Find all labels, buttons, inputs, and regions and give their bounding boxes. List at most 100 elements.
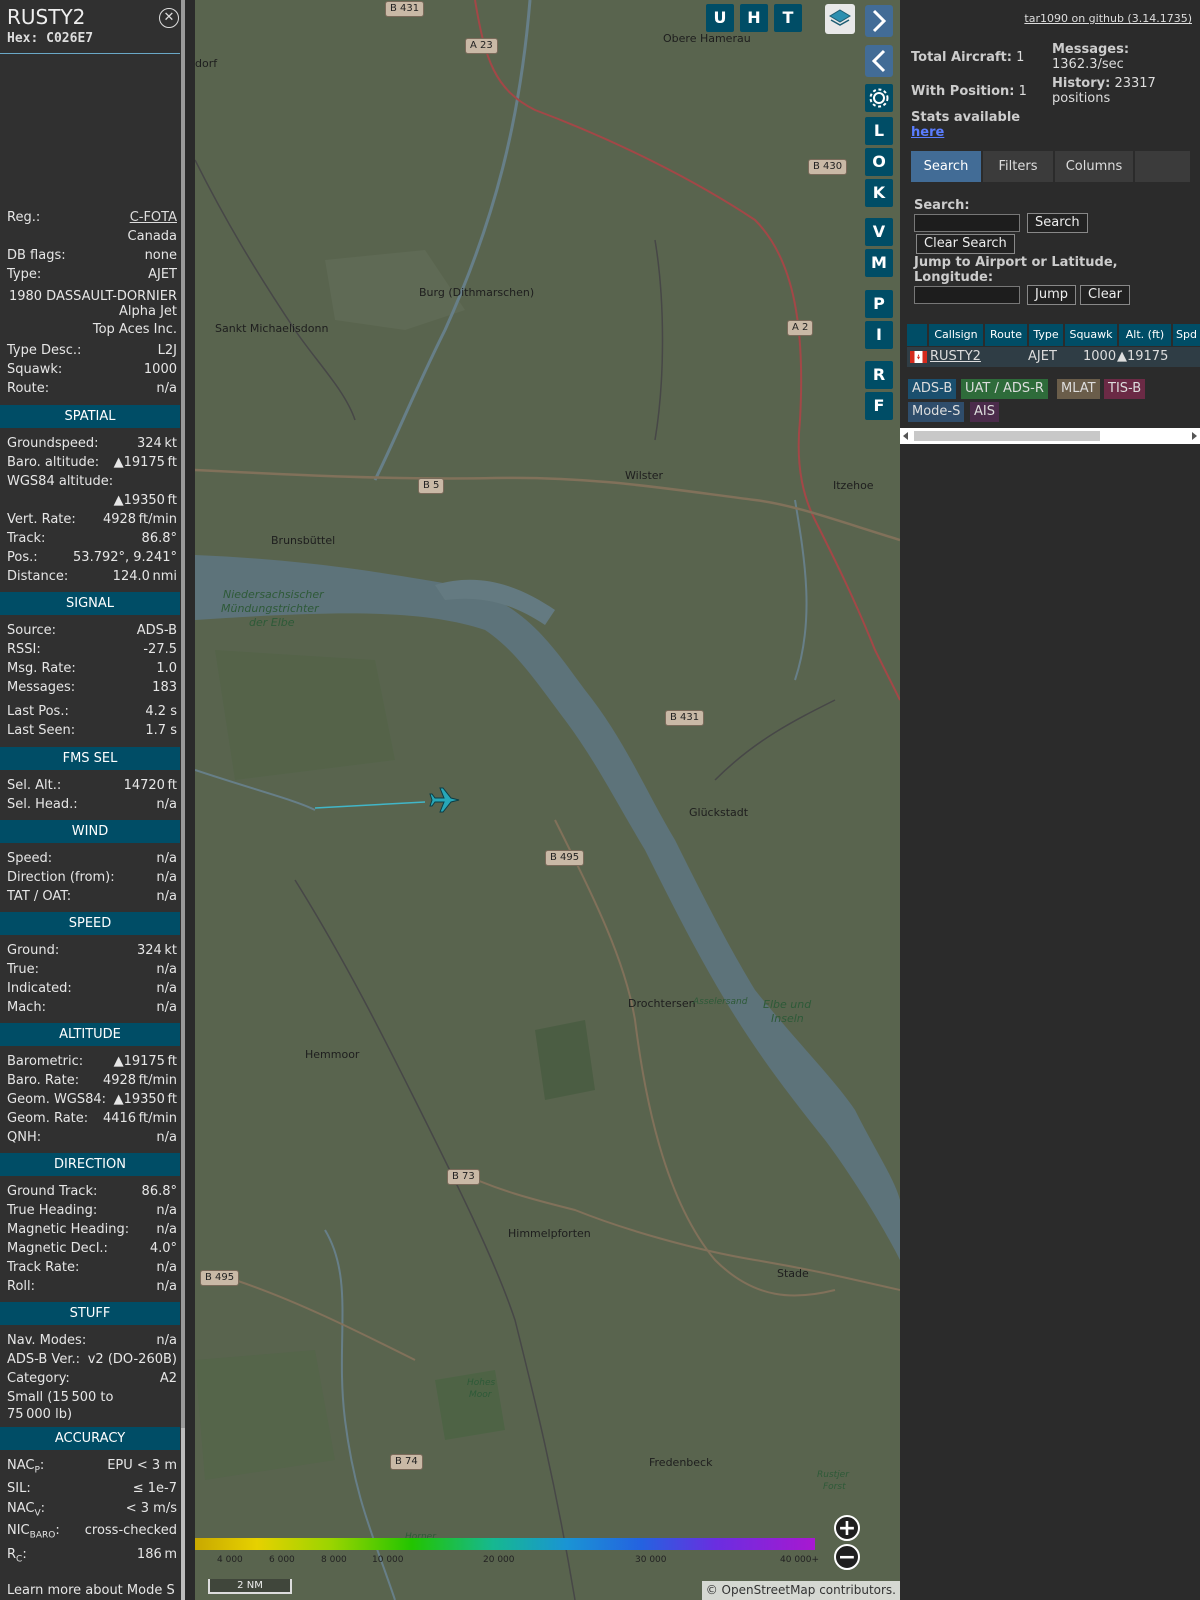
tab-search[interactable]: Search: [911, 151, 981, 182]
map-button-m[interactable]: M: [865, 249, 893, 277]
groundspeed-label: Groundspeed:: [7, 436, 99, 451]
column-header-type[interactable]: Type: [1029, 324, 1063, 346]
geom-wgs84-label: Geom. WGS84:: [7, 1092, 107, 1107]
true-heading-value: n/a: [156, 1203, 177, 1218]
typedesc-row: Type Desc.: L2J: [7, 341, 177, 360]
clear-search-button[interactable]: Clear Search: [916, 234, 1015, 254]
info-scrollbar-thumb[interactable]: [181, 0, 185, 1428]
water-label: Niedersachsischer: [223, 588, 324, 601]
map-button-h[interactable]: H: [740, 4, 768, 32]
baro-altitude-value: ▲19175 ft: [113, 455, 177, 470]
settings-button[interactable]: [865, 84, 893, 112]
search-input[interactable]: [914, 214, 1020, 232]
tab-filters[interactable]: Filters: [983, 151, 1053, 182]
scroll-right-icon[interactable]: [1192, 432, 1197, 440]
vert-rate-label: Vert. Rate:: [7, 512, 76, 527]
map-button-i[interactable]: I: [865, 321, 893, 349]
track-rate-label: Track Rate:: [7, 1260, 80, 1275]
section-direction: DIRECTION: [0, 1153, 180, 1176]
aircraft-info-panel: RUSTY2 Hex: C026E7 ✕ Reg.: C-FOTA Canada …: [0, 0, 185, 1600]
wind-speed-row: Speed: n/a: [7, 849, 177, 868]
column-header-squawk[interactable]: Squawk: [1065, 324, 1117, 346]
map-button-f[interactable]: F: [865, 392, 893, 420]
dbflags-label: DB flags:: [7, 248, 66, 263]
map-button-p[interactable]: P: [865, 290, 893, 318]
stats-here-link[interactable]: here: [911, 125, 944, 140]
source-chip-mlat[interactable]: MLAT: [1057, 379, 1100, 399]
column-header-route[interactable]: Route: [985, 324, 1027, 346]
clear-button[interactable]: Clear: [1080, 285, 1130, 305]
zoom-in-button[interactable]: +: [834, 1515, 860, 1541]
indicated-speed-label: Indicated:: [7, 981, 72, 996]
water-label: Moor: [469, 1390, 492, 1400]
nav-modes-value: n/a: [156, 1333, 177, 1348]
column-header-altitude[interactable]: Alt. (ft): [1119, 324, 1171, 346]
source-value: ADS-B: [136, 623, 177, 638]
nacv-label: NACV:: [7, 1501, 46, 1519]
map-button-l[interactable]: L: [865, 117, 893, 145]
source-chip-adsb[interactable]: ADS-B: [908, 379, 957, 399]
map-button-v[interactable]: V: [865, 218, 893, 246]
water-label: Asselersand: [693, 997, 748, 1007]
adsb-version-row: ADS-B Ver.: v2 (DO-260B): [7, 1350, 177, 1369]
aircraft-icon[interactable]: [429, 786, 461, 814]
aircraft-callsign: RUSTY2: [7, 5, 86, 29]
jump-button[interactable]: Jump: [1027, 285, 1076, 305]
canada-flag-icon: [910, 351, 927, 363]
github-link[interactable]: tar1090 on github (3.14.1735): [1024, 12, 1192, 25]
collapse-left-button[interactable]: [865, 45, 893, 77]
tar1090-window: RUSTY2 Hex: C026E7 ✕ Reg.: C-FOTA Canada …: [0, 0, 1200, 1600]
row-callsign-link[interactable]: RUSTY2: [930, 347, 981, 367]
source-chip-ais[interactable]: AIS: [970, 402, 999, 422]
tab-columns[interactable]: Columns: [1055, 151, 1133, 182]
map-attribution[interactable]: © OpenStreetMap contributors.: [701, 1581, 900, 1600]
true-heading-label: True Heading:: [7, 1203, 98, 1218]
zoom-out-button[interactable]: −: [834, 1544, 860, 1570]
map-button-u[interactable]: U: [706, 4, 734, 32]
column-header-callsign[interactable]: Callsign: [929, 324, 983, 346]
table-scroll-thumb[interactable]: [914, 431, 1100, 441]
expand-right-button[interactable]: [865, 5, 893, 37]
section-speed: SPEED: [0, 912, 180, 935]
close-icon[interactable]: ✕: [159, 8, 179, 28]
map-button-t[interactable]: T: [774, 4, 802, 32]
map-button-r[interactable]: R: [865, 361, 893, 389]
search-button[interactable]: Search: [1027, 213, 1088, 233]
route-label: Route:: [7, 381, 50, 396]
section-signal: SIGNAL: [0, 592, 180, 615]
row-squawk: 1000: [1083, 349, 1117, 364]
groundspeed-row: Groundspeed: 324 kt: [7, 434, 177, 453]
country-value: Canada: [127, 229, 177, 244]
aircraft-photo-area: [0, 56, 180, 206]
source-chip-uat[interactable]: UAT / ADS-R: [961, 379, 1048, 399]
magnetic-decl-row: Magnetic Decl.: 4.0°: [7, 1239, 177, 1258]
source-chip-tisb[interactable]: TIS-B: [1104, 379, 1146, 399]
map-button-o[interactable]: O: [865, 148, 893, 176]
vert-rate-value: 4928 ft/min: [102, 512, 177, 527]
roll-row: Roll: n/a: [7, 1277, 177, 1296]
jump-input[interactable]: [914, 286, 1020, 304]
sil-row: SIL: ≤ 1e-7: [7, 1479, 177, 1498]
road-badge: A 2: [787, 320, 814, 336]
table-row[interactable]: RUSTY2 AJET 1000 ▲19175: [907, 347, 1200, 367]
scroll-left-icon[interactable]: [903, 432, 908, 440]
reg-link[interactable]: C-FOTA: [130, 208, 177, 227]
distance-value: 124.0 nmi: [112, 569, 177, 584]
learn-mode-s-link[interactable]: Learn more about Mode S: [7, 1582, 179, 1600]
layers-button[interactable]: [825, 4, 855, 34]
map-view[interactable]: Obere Hamerau dorf Burg (Dithmarschen) S…: [195, 0, 900, 1600]
category-row: Category: A2: [7, 1369, 177, 1388]
map-button-k[interactable]: K: [865, 179, 893, 207]
distance-row: Distance: 124.0 nmi: [7, 567, 177, 586]
source-chip-modes[interactable]: Mode-S: [908, 402, 965, 422]
column-header-speed[interactable]: Spd: [1173, 324, 1200, 346]
table-horizontal-scrollbar[interactable]: [900, 428, 1200, 444]
legend-tick: 6 000: [269, 1555, 295, 1565]
wgs84-altitude-label: WGS84 altitude:: [7, 474, 114, 489]
baro-rate-label: Baro. Rate:: [7, 1073, 80, 1088]
dbflags-value: none: [144, 248, 177, 263]
type-value: AJET: [148, 267, 177, 282]
section-altitude: ALTITUDE: [0, 1023, 180, 1046]
type-full-1: 1980 DASSAULT-DORNIER: [8, 289, 177, 304]
baro-altitude-label: Baro. altitude:: [7, 455, 100, 470]
